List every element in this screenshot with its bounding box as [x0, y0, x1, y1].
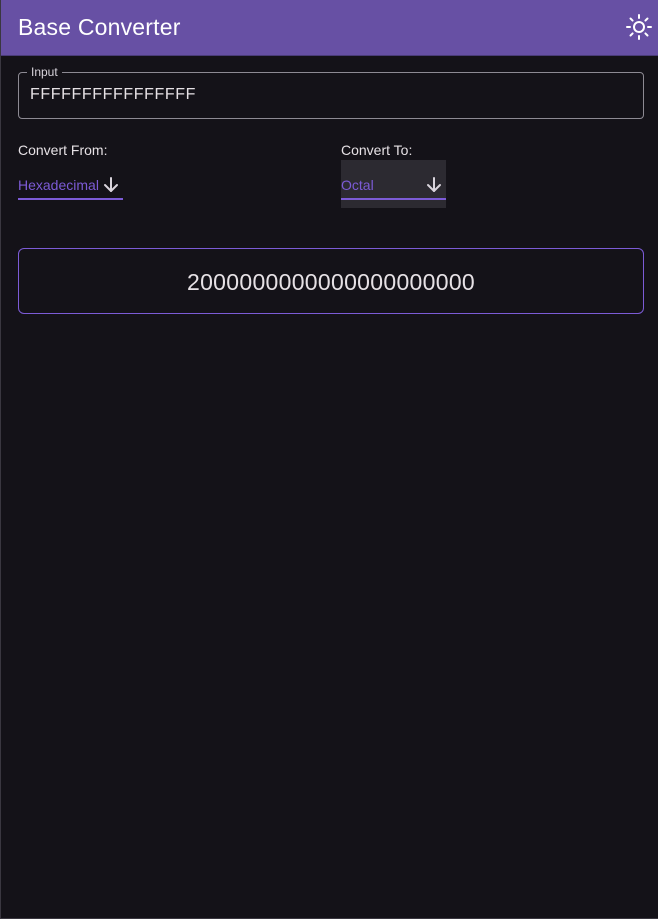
sun-icon [626, 14, 652, 40]
app-title: Base Converter [18, 14, 181, 40]
arrow-down-icon [104, 177, 118, 192]
input-label: Input [27, 65, 62, 79]
input-text[interactable] [30, 86, 620, 104]
result-box: 2000000000000000000000 [18, 248, 644, 314]
convert-to-value: Octal [341, 177, 374, 193]
convert-from-label: Convert From: [18, 142, 108, 158]
app-window: Base Converter Input Convert From: [0, 0, 658, 919]
result-value: 2000000000000000000000 [186, 269, 475, 295]
convert-from-select[interactable]: Hexadecimal [18, 168, 123, 200]
theme-toggle-button[interactable] [625, 13, 653, 41]
convert-to-select[interactable]: Octal [341, 160, 446, 208]
app-bar: Base Converter [1, 0, 658, 56]
convert-to-underline [341, 198, 446, 200]
convert-from-value: Hexadecimal [18, 177, 99, 193]
convert-to-label: Convert To: [341, 142, 413, 158]
input-field[interactable]: Input [18, 65, 644, 119]
arrow-down-icon [427, 177, 441, 192]
